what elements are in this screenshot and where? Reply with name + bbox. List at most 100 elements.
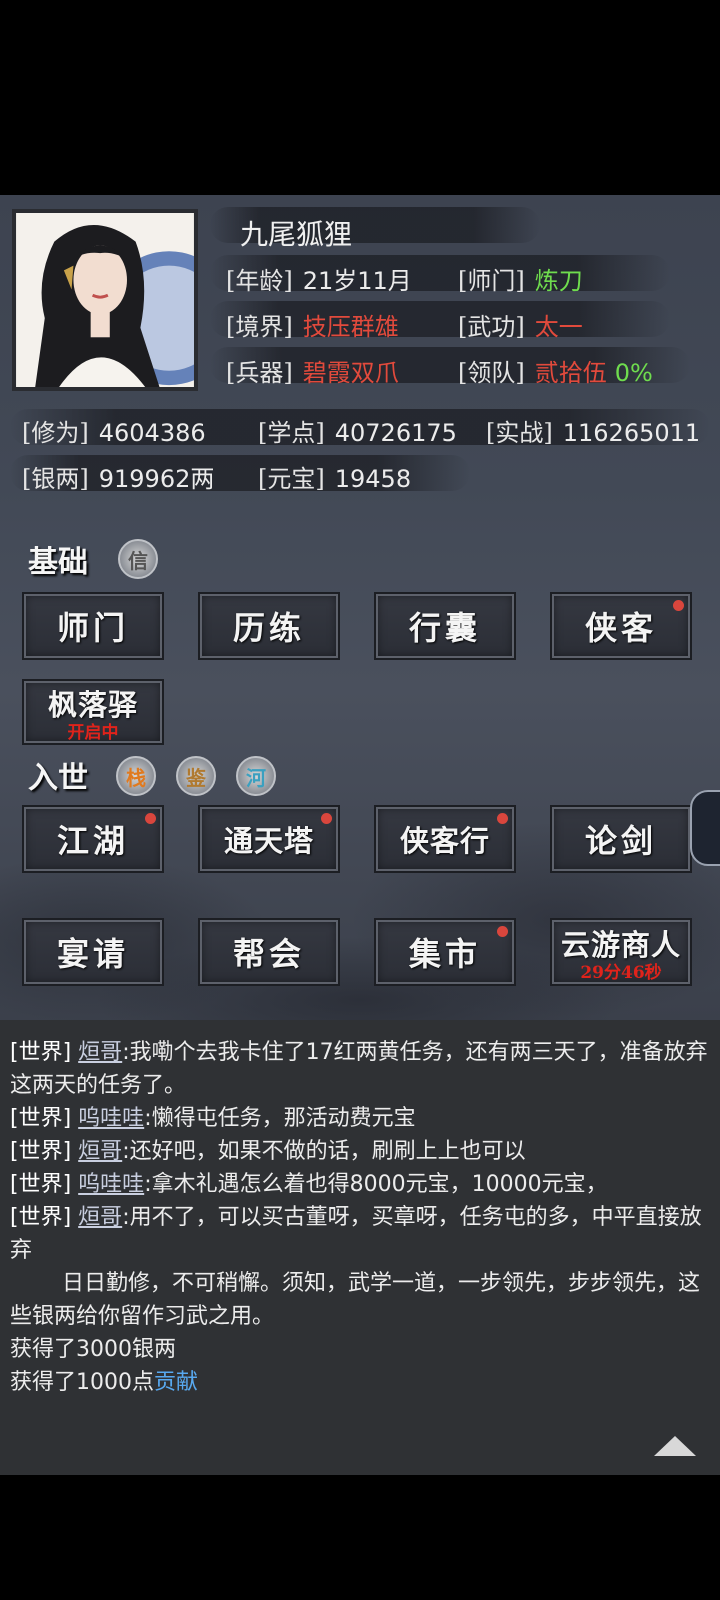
button-label: 集市 [408,935,481,973]
fenglu-station-button[interactable]: 枫落驿 开启中 [22,679,164,745]
chat-message: [世界] 烜哥:用不了，可以买古董呀，买章呀，任务屯的多，中平直接放弃 [10,1201,710,1267]
chat-sender[interactable]: 烜哥 [78,1040,122,1065]
world-section-title: 入世 [28,761,88,796]
appraise-seal-icon[interactable]: 鉴 [176,756,216,796]
button-label: 论剑 [584,822,657,860]
button-label: 江湖 [56,822,129,860]
character-panel: 九尾狐狸 [年龄] 21岁11月 [师门] 炼刀 [境界] 技压群雄 [武功] 太一 [… [0,195,720,1020]
notification-dot [497,926,508,937]
guild-button[interactable]: 帮会 [198,918,340,986]
martial-stat: [武功] 太一 [458,307,583,342]
portrait-image [16,213,194,387]
study-stat: [学点] 40726175 [258,413,457,448]
inventory-button[interactable]: 行囊 [374,592,516,660]
hero-button[interactable]: 侠客 [550,592,692,660]
inn-seal-icon[interactable]: 栈 [116,756,156,796]
character-portrait[interactable] [12,209,198,391]
team-percent: 0% [614,359,653,387]
chat-sender[interactable]: 烜哥 [78,1139,122,1164]
ingot-label: [元宝] [258,465,325,493]
notification-dot [145,813,156,824]
combat-value: 116265011 [562,419,701,447]
realm-stat: [境界] 技压群雄 [226,307,399,342]
sect-stat: [师门] 炼刀 [458,261,583,296]
system-message: 日日勤修，不可稍懈。须知，武学一道，一步领先，步步领先，这些银两给你留作习武之用… [10,1271,701,1329]
ingot-value: 19458 [334,465,412,493]
side-drawer-tab[interactable] [690,790,720,866]
chat-log[interactable]: [世界] 烜哥:我嘞个去我卡住了17红两黄任务，还有两三天了，准备放弃这两天的任… [0,1020,720,1475]
weapon-value: 碧霞双爪 [302,359,399,387]
button-label: 历练 [232,609,305,647]
reward-message: 获得了3000银两 [10,1337,176,1362]
age-value: 21岁11月 [302,267,412,295]
martial-label: [武功] [458,313,525,341]
button-status: 开启中 [67,723,119,743]
river-seal-icon[interactable]: 河 [236,756,276,796]
banquet-button[interactable]: 宴请 [22,918,164,986]
martial-value: 太一 [534,313,583,341]
chat-sender[interactable]: 呜哇哇 [78,1106,144,1131]
combat-stat: [实战] 116265011 [486,413,700,448]
chat-text: :拿木礼遇怎么着也得8000元宝，10000元宝， [144,1172,608,1197]
study-label: [学点] [258,419,325,447]
scroll-up-arrow-icon[interactable] [654,1436,696,1456]
button-label: 师门 [56,609,129,647]
chat-channel: [世界] [10,1139,72,1164]
button-label: 云游商人 [560,928,681,962]
combat-label: [实战] [486,419,553,447]
wandering-merchant-button[interactable]: 云游商人 29分46秒 [550,918,692,986]
reward-message: 获得了1000点贡献 [10,1366,710,1399]
silver-value: 919962两 [98,465,215,493]
chat-text: :懒得屯任务，那活动费元宝 [144,1106,416,1131]
reward-text: 获得了1000点 [10,1370,154,1395]
button-label: 侠客 [584,609,657,647]
notification-dot [497,813,508,824]
notification-dot [673,600,684,611]
chat-message: [世界] 呜哇哇:懒得屯任务，那活动费元宝 [10,1102,710,1135]
chat-message: [世界] 烜哥:我嘞个去我卡住了17红两黄任务，还有两三天了，准备放弃这两天的任… [10,1036,710,1102]
chat-sender[interactable]: 呜哇哇 [78,1172,144,1197]
training-button[interactable]: 历练 [198,592,340,660]
realm-label: [境界] [226,313,293,341]
letter-seal-icon[interactable]: 信 [118,539,158,579]
sect-button[interactable]: 师门 [22,592,164,660]
weapon-stat: [兵器] 碧霞双爪 [226,353,399,388]
sect-value: 炼刀 [534,267,583,295]
silver-label: [银两] [22,465,89,493]
character-name: 九尾狐狸 [240,218,353,251]
team-stat: [领队] 贰拾伍 0% [458,353,653,388]
realm-value: 技压群雄 [302,313,399,341]
silver-stat: [银两] 919962两 [22,459,214,494]
chat-text: :还好吧，如果不做的话，刷刷上上也可以 [122,1139,526,1164]
ingot-stat: [元宝] 19458 [258,459,411,494]
chat-message: [世界] 呜哇哇:拿木礼遇怎么着也得8000元宝，10000元宝， [10,1168,710,1201]
sword-debate-button[interactable]: 论剑 [550,805,692,873]
sky-tower-button[interactable]: 通天塔 [198,805,340,873]
chat-sender[interactable]: 烜哥 [78,1205,122,1230]
hero-journey-button[interactable]: 侠客行 [374,805,516,873]
basic-section-title: 基础 [28,545,88,580]
team-value: 贰拾伍 [534,359,607,387]
chat-channel: [世界] [10,1106,72,1131]
contribution-link[interactable]: 贡献 [154,1370,198,1395]
chat-message: [世界] 烜哥:还好吧，如果不做的话，刷刷上上也可以 [10,1135,710,1168]
button-label: 侠客行 [399,824,490,858]
chat-channel: [世界] [10,1205,72,1230]
chat-channel: [世界] [10,1040,72,1065]
notification-dot [321,813,332,824]
study-value: 40726175 [334,419,457,447]
cultivation-stat: [修为] 4604386 [22,413,206,448]
cultivation-value: 4604386 [98,419,206,447]
button-label: 枫落驿 [47,688,138,722]
button-label: 宴请 [56,935,129,973]
button-label: 帮会 [232,935,305,973]
cultivation-label: [修为] [22,419,89,447]
button-label: 行囊 [408,609,481,647]
team-label: [领队] [458,359,525,387]
age-label: [年龄] [226,267,293,295]
jianghu-button[interactable]: 江湖 [22,805,164,873]
age-stat: [年龄] 21岁11月 [226,261,412,296]
market-button[interactable]: 集市 [374,918,516,986]
sect-label: [师门] [458,267,525,295]
button-label: 通天塔 [223,824,314,858]
